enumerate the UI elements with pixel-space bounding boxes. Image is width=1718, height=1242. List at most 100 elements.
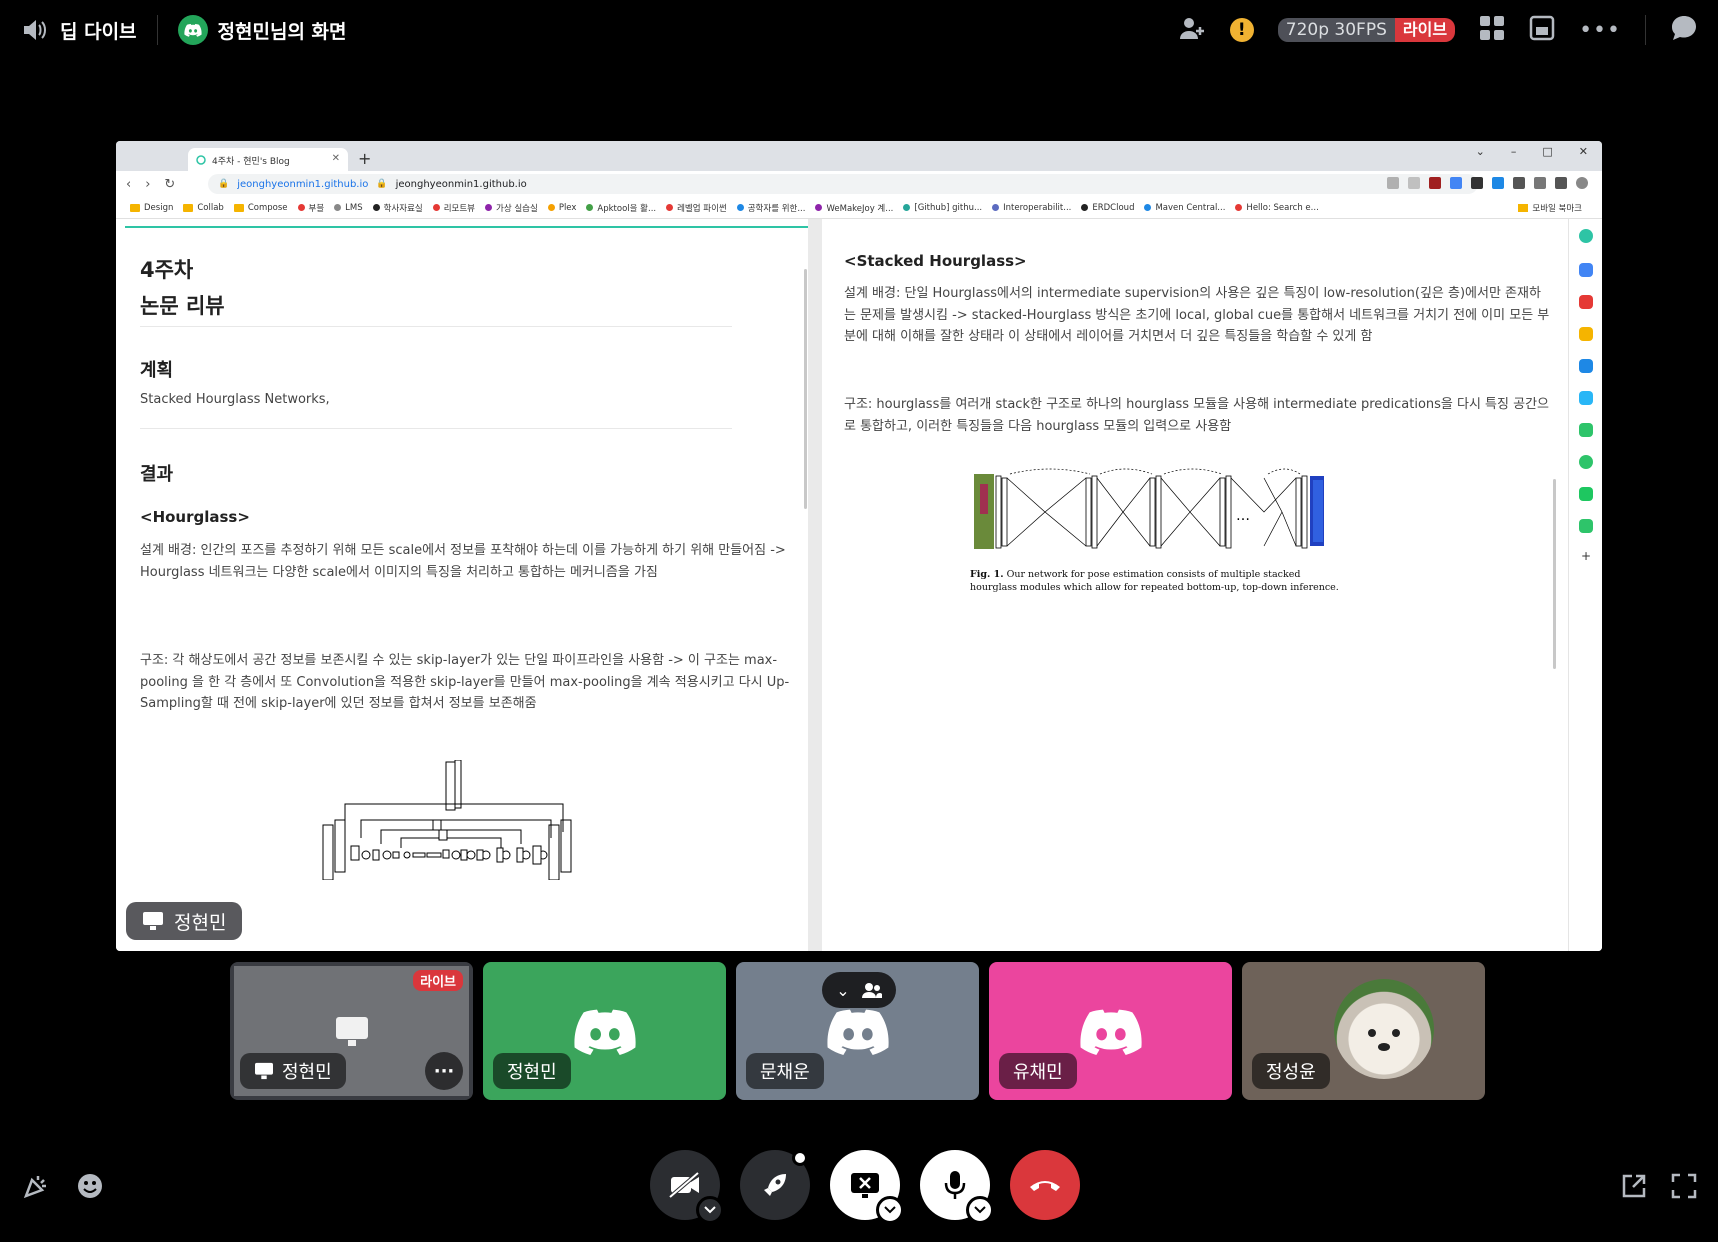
add-friend-icon[interactable] bbox=[1178, 15, 1206, 45]
extension-icon[interactable] bbox=[1579, 359, 1593, 373]
popout-icon[interactable] bbox=[1620, 1172, 1648, 1204]
bookmark-item[interactable]: WeMakeJoy 계... bbox=[815, 202, 893, 214]
extension-icon[interactable] bbox=[1579, 423, 1593, 437]
participant-tile[interactable]: 정현민 bbox=[483, 962, 726, 1100]
bookmark-favicon-icon bbox=[1235, 204, 1243, 211]
more-icon[interactable]: ··· bbox=[425, 1052, 463, 1090]
camera-button[interactable] bbox=[650, 1150, 724, 1224]
bookmark-item[interactable]: ERDCloud bbox=[1081, 203, 1134, 213]
extension-icon[interactable] bbox=[1579, 295, 1593, 309]
bookmark-item[interactable]: 공학자를 위한... bbox=[736, 202, 805, 214]
bookmark-item[interactable]: Interoperabilit... bbox=[992, 203, 1071, 213]
more-icon[interactable]: ••• bbox=[1579, 18, 1621, 43]
chevron-down-icon[interactable] bbox=[696, 1196, 724, 1224]
live-badge: 라이브 bbox=[413, 970, 463, 991]
bookmark-item[interactable]: Maven Central... bbox=[1144, 203, 1225, 213]
browser-tab[interactable]: 4주차 - 현민's Blog ✕ bbox=[188, 148, 348, 172]
new-tab-icon[interactable]: + bbox=[358, 149, 371, 168]
bookmark-item[interactable]: [Github] githu... bbox=[903, 203, 982, 213]
extension-icon[interactable] bbox=[1492, 177, 1504, 189]
screen-share-stage[interactable]: 4주차 - 현민's Blog ✕ + ⌄ – □ ✕ ‹ › ↻ 🔒 jeon… bbox=[116, 141, 1602, 951]
back-icon[interactable]: ‹ bbox=[126, 177, 131, 192]
chevron-down-icon[interactable] bbox=[966, 1196, 994, 1224]
extension-icon[interactable] bbox=[1579, 391, 1593, 405]
participant-name: 정성윤 bbox=[1266, 1062, 1316, 1083]
url-text: jeonghyeonmin1.github.io bbox=[395, 178, 527, 190]
pane-separator[interactable] bbox=[808, 219, 822, 951]
participant-tile[interactable]: 라이브 정현민 ··· bbox=[230, 962, 473, 1100]
tile-options-chip[interactable]: ⌄ bbox=[822, 972, 896, 1008]
bookmark-item[interactable]: Plex bbox=[547, 203, 576, 213]
url-field[interactable]: 🔒 jeonghyeonmin1.github.io 🔒 jeonghyeonm… bbox=[208, 174, 1478, 194]
disconnect-button[interactable] bbox=[1010, 1150, 1080, 1220]
stop-share-button[interactable] bbox=[830, 1150, 904, 1224]
bookmark-item[interactable]: 레벨업 파이썬 bbox=[666, 202, 727, 214]
avatar[interactable] bbox=[1576, 177, 1588, 189]
extension-sidebar: + bbox=[1568, 219, 1602, 951]
chevron-down-icon[interactable]: ⌄ bbox=[1476, 145, 1485, 158]
add-icon[interactable]: + bbox=[1579, 549, 1593, 563]
divider bbox=[156, 15, 158, 45]
activity-icon[interactable] bbox=[22, 1172, 50, 1204]
microphone-button[interactable] bbox=[920, 1150, 994, 1224]
grid-icon[interactable] bbox=[1479, 15, 1505, 45]
warning-icon[interactable]: ! bbox=[1229, 18, 1254, 42]
star-icon[interactable] bbox=[1408, 177, 1420, 189]
bookmark-item[interactable]: 학사자료실 bbox=[372, 202, 423, 214]
bookmark-item[interactable]: Hello: Search e... bbox=[1235, 203, 1319, 213]
bookmark-label: 가상 실습실 bbox=[496, 203, 538, 214]
lock-icon: 🔒 bbox=[376, 179, 388, 189]
close-icon[interactable]: ✕ bbox=[332, 153, 340, 164]
bookmark-item[interactable]: Design bbox=[130, 203, 173, 213]
extension-icon[interactable] bbox=[1579, 229, 1593, 243]
bookmark-item[interactable]: 리모트뷰 bbox=[432, 202, 475, 214]
hourglass-structure: 구조: 각 해상도에서 공간 정보를 보존시킬 수 있는 skip-layer가… bbox=[140, 653, 790, 711]
mobile-bookmarks[interactable]: 모바일 북마크 bbox=[1518, 202, 1582, 214]
participant-tile[interactable]: ⌄ 문채운 bbox=[736, 962, 979, 1100]
extension-icon[interactable] bbox=[1579, 455, 1593, 469]
activities-button[interactable] bbox=[740, 1150, 810, 1220]
extension-icon[interactable] bbox=[1579, 327, 1593, 341]
sidepanel-icon[interactable] bbox=[1555, 177, 1567, 189]
participant-name-tag: 문채운 bbox=[746, 1053, 824, 1089]
bookmark-favicon-icon bbox=[815, 204, 823, 211]
extension-icon[interactable] bbox=[1471, 177, 1483, 189]
svg-text:…: … bbox=[1236, 508, 1250, 524]
emoji-icon[interactable] bbox=[76, 1172, 104, 1204]
reload-icon[interactable]: ↻ bbox=[164, 177, 175, 192]
avatar bbox=[1333, 979, 1434, 1079]
people-icon[interactable] bbox=[861, 982, 882, 998]
stacked-structure: 구조: hourglass를 여러개 stack한 구조로 하나의 hourgl… bbox=[844, 397, 1549, 434]
url-link[interactable]: jeonghyeonmin1.github.io bbox=[237, 179, 368, 190]
chevron-down-icon[interactable] bbox=[876, 1196, 904, 1224]
bookmark-item[interactable]: 가상 실습실 bbox=[485, 202, 538, 214]
participant-tile[interactable]: 정성윤 bbox=[1242, 962, 1485, 1100]
maximize-icon[interactable]: □ bbox=[1542, 145, 1552, 158]
popout-icon[interactable] bbox=[1529, 15, 1555, 45]
bookmark-item[interactable]: LMS bbox=[334, 203, 363, 213]
site-favicon-icon bbox=[196, 155, 206, 165]
bookmark-item[interactable]: Collab bbox=[183, 203, 224, 213]
chat-icon[interactable] bbox=[1670, 14, 1698, 46]
puzzle-icon[interactable] bbox=[1534, 177, 1546, 189]
forward-icon[interactable]: › bbox=[145, 177, 150, 192]
extension-icon[interactable] bbox=[1579, 487, 1593, 501]
extension-icon[interactable] bbox=[1579, 519, 1593, 533]
participant-tile[interactable]: 유채민 bbox=[989, 962, 1232, 1100]
folder-icon bbox=[130, 203, 140, 212]
bookmark-item[interactable]: Apktool을 활... bbox=[586, 202, 656, 214]
extension-icon[interactable] bbox=[1579, 263, 1593, 277]
bookmark-item[interactable]: 부블 bbox=[297, 202, 324, 214]
chevron-down-icon[interactable]: ⌄ bbox=[836, 981, 849, 1000]
right-scrollbar[interactable] bbox=[1553, 479, 1556, 669]
left-scrollbar[interactable] bbox=[804, 269, 807, 509]
download-icon[interactable] bbox=[1513, 177, 1525, 189]
extension-icon[interactable] bbox=[1450, 177, 1462, 189]
fullscreen-icon[interactable] bbox=[1670, 1172, 1698, 1204]
minimize-icon[interactable]: – bbox=[1511, 145, 1517, 158]
bookmark-item[interactable]: Compose bbox=[233, 203, 288, 213]
close-window-icon[interactable]: ✕ bbox=[1579, 145, 1588, 158]
title-line-2: 논문 리뷰 bbox=[140, 294, 225, 318]
zoom-icon[interactable] bbox=[1387, 177, 1399, 189]
extension-icon[interactable] bbox=[1429, 177, 1441, 189]
